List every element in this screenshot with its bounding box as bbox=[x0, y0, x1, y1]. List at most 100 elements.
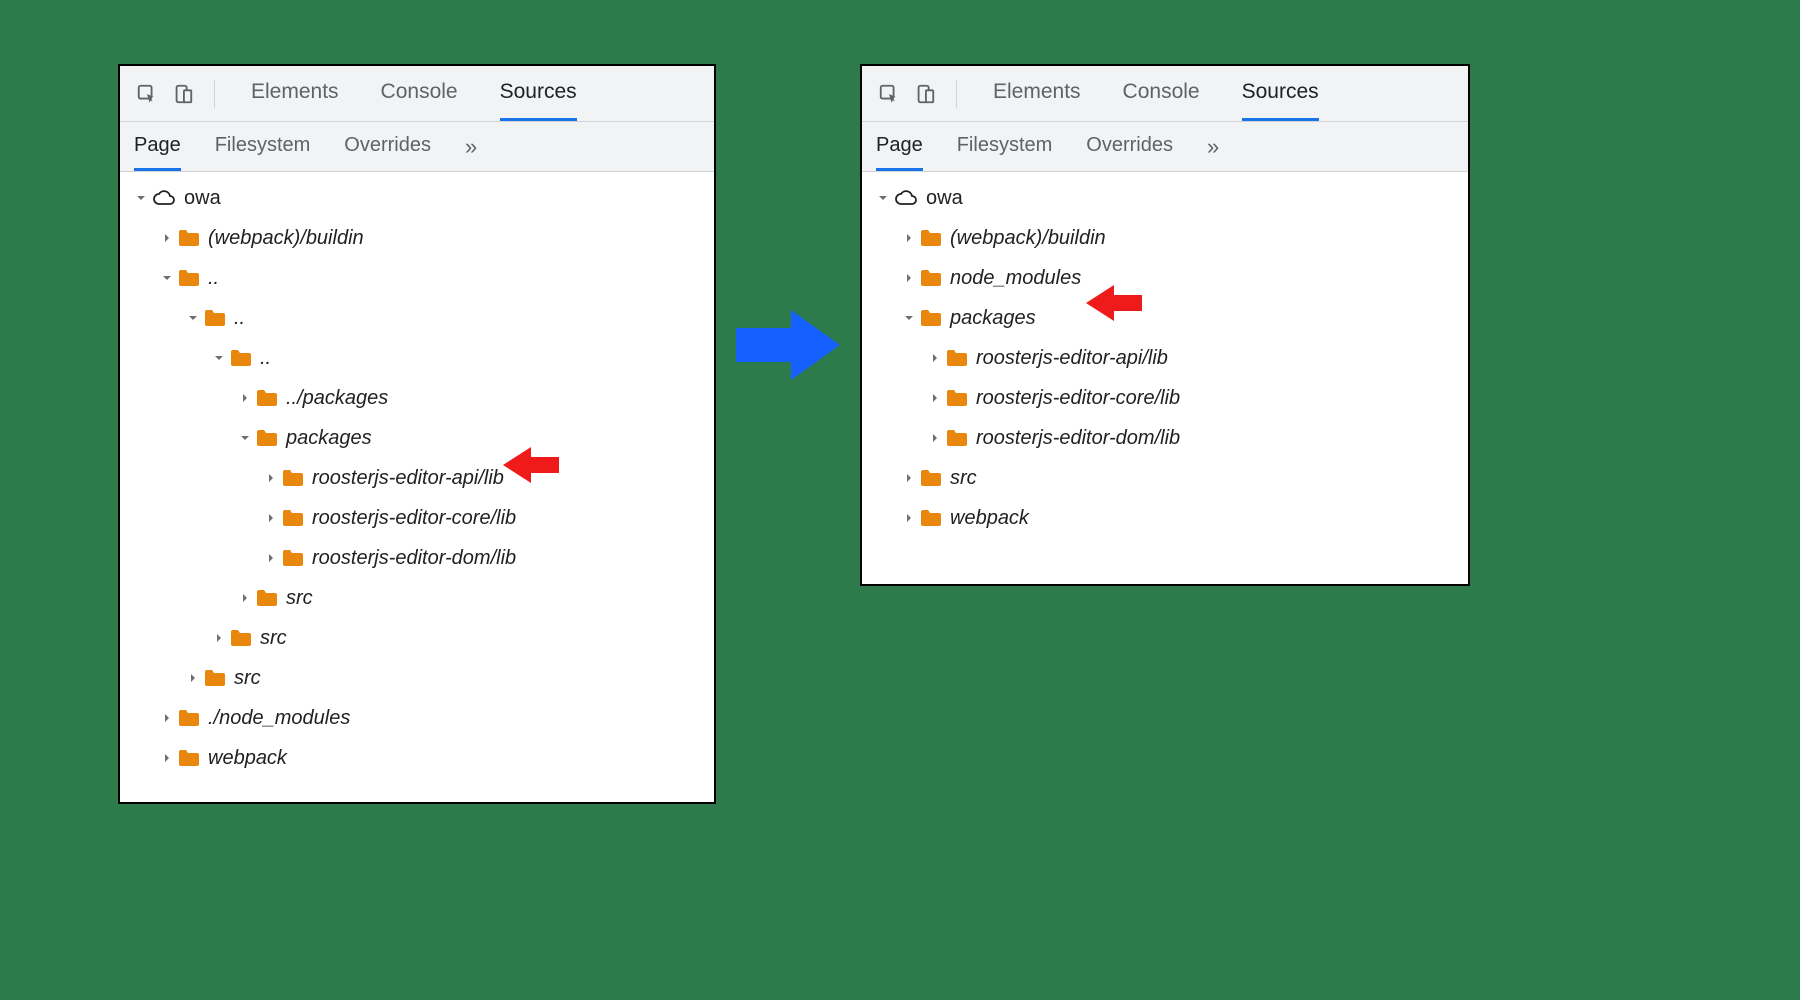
folder-icon bbox=[256, 589, 278, 607]
tree-item-label: webpack bbox=[950, 507, 1029, 530]
tree-item[interactable]: (webpack)/buildin bbox=[862, 218, 1468, 258]
tree-item[interactable]: .. bbox=[120, 298, 714, 338]
chevron-down-icon[interactable] bbox=[902, 311, 916, 325]
tree-item-label: roosterjs-editor-dom/lib bbox=[312, 547, 516, 570]
folder-icon bbox=[946, 389, 968, 407]
chevron-right-icon[interactable] bbox=[238, 391, 252, 405]
subtab-page[interactable]: Page bbox=[876, 122, 923, 171]
folder-icon bbox=[920, 269, 942, 287]
subtab-filesystem[interactable]: Filesystem bbox=[215, 122, 311, 171]
tree-item-label: roosterjs-editor-core/lib bbox=[976, 387, 1180, 410]
tree-item-label: src bbox=[260, 627, 287, 650]
devtools-panel-left: Elements Console Sources Page Filesystem… bbox=[118, 64, 716, 804]
chevron-right-icon[interactable] bbox=[902, 231, 916, 245]
tab-sources[interactable]: Sources bbox=[500, 66, 577, 121]
inspect-element-icon[interactable] bbox=[876, 81, 902, 107]
tree-item-label: roosterjs-editor-api/lib bbox=[312, 467, 504, 490]
file-tree-left[interactable]: owa (webpack)/buildin .. .. .. bbox=[120, 172, 714, 802]
chevron-right-icon[interactable] bbox=[902, 511, 916, 525]
chevron-right-icon[interactable] bbox=[928, 431, 942, 445]
tab-console[interactable]: Console bbox=[1123, 66, 1200, 121]
chevron-right-icon[interactable] bbox=[928, 351, 942, 365]
tree-item[interactable]: webpack bbox=[862, 498, 1468, 538]
chevron-down-icon[interactable] bbox=[212, 351, 226, 365]
device-toggle-icon[interactable] bbox=[170, 81, 196, 107]
tree-item-label: src bbox=[950, 467, 977, 490]
chevron-right-icon[interactable] bbox=[264, 511, 278, 525]
tree-item-label: packages bbox=[950, 307, 1036, 330]
tree-root-owa[interactable]: owa bbox=[120, 178, 714, 218]
chevron-down-icon[interactable] bbox=[134, 191, 148, 205]
tree-item-label: roosterjs-editor-api/lib bbox=[976, 347, 1168, 370]
chevron-down-icon[interactable] bbox=[186, 311, 200, 325]
chevron-right-icon[interactable] bbox=[264, 471, 278, 485]
folder-icon bbox=[204, 309, 226, 327]
folder-icon bbox=[920, 469, 942, 487]
tree-item[interactable]: ../packages bbox=[120, 378, 714, 418]
inspect-element-icon[interactable] bbox=[134, 81, 160, 107]
tree-item[interactable]: webpack bbox=[120, 738, 714, 778]
tree-item[interactable]: roosterjs-editor-dom/lib bbox=[862, 418, 1468, 458]
chevron-right-icon[interactable] bbox=[238, 591, 252, 605]
tree-item[interactable]: roosterjs-editor-dom/lib bbox=[120, 538, 714, 578]
tree-item-label: owa bbox=[926, 187, 963, 210]
chevron-right-icon[interactable] bbox=[212, 631, 226, 645]
tree-item-label: .. bbox=[234, 307, 245, 330]
top-tabs-group: Elements Console Sources bbox=[993, 66, 1319, 121]
tree-item[interactable]: src bbox=[120, 658, 714, 698]
subtab-overrides[interactable]: Overrides bbox=[1086, 122, 1173, 171]
tree-item-label: (webpack)/buildin bbox=[208, 227, 364, 250]
tree-item-label: webpack bbox=[208, 747, 287, 770]
devtools-panel-right: Elements Console Sources Page Filesystem… bbox=[860, 64, 1470, 586]
tree-item[interactable]: src bbox=[120, 578, 714, 618]
subtab-more-icon[interactable]: » bbox=[1207, 134, 1219, 160]
tree-item-label: node_modules bbox=[950, 267, 1081, 290]
tree-item[interactable]: .. bbox=[120, 338, 714, 378]
folder-icon bbox=[256, 389, 278, 407]
tree-item[interactable]: (webpack)/buildin bbox=[120, 218, 714, 258]
tree-item-label: (webpack)/buildin bbox=[950, 227, 1106, 250]
tree-item[interactable]: roosterjs-editor-api/lib bbox=[862, 338, 1468, 378]
device-toggle-icon[interactable] bbox=[912, 81, 938, 107]
chevron-right-icon[interactable] bbox=[160, 751, 174, 765]
tree-root-owa[interactable]: owa bbox=[862, 178, 1468, 218]
chevron-down-icon[interactable] bbox=[238, 431, 252, 445]
chevron-right-icon[interactable] bbox=[160, 231, 174, 245]
folder-icon bbox=[178, 269, 200, 287]
folder-icon bbox=[178, 749, 200, 767]
tree-item-label: src bbox=[286, 587, 313, 610]
chevron-right-icon[interactable] bbox=[160, 711, 174, 725]
chevron-right-icon[interactable] bbox=[928, 391, 942, 405]
tab-elements[interactable]: Elements bbox=[251, 66, 339, 121]
tab-console[interactable]: Console bbox=[381, 66, 458, 121]
chevron-down-icon[interactable] bbox=[876, 191, 890, 205]
tree-item[interactable]: roosterjs-editor-core/lib bbox=[862, 378, 1468, 418]
top-tabs-group: Elements Console Sources bbox=[251, 66, 577, 121]
chevron-right-icon[interactable] bbox=[902, 271, 916, 285]
sources-sub-tabs: Page Filesystem Overrides » bbox=[862, 122, 1468, 172]
tab-elements[interactable]: Elements bbox=[993, 66, 1081, 121]
tree-item[interactable]: roosterjs-editor-api/lib bbox=[120, 458, 714, 498]
subtab-filesystem[interactable]: Filesystem bbox=[957, 122, 1053, 171]
subtab-overrides[interactable]: Overrides bbox=[344, 122, 431, 171]
tree-item[interactable]: src bbox=[862, 458, 1468, 498]
chevron-right-icon[interactable] bbox=[186, 671, 200, 685]
tree-item-packages-left[interactable]: packages bbox=[120, 418, 714, 458]
chevron-right-icon[interactable] bbox=[902, 471, 916, 485]
tree-item-packages-right[interactable]: packages bbox=[862, 298, 1468, 338]
subtab-more-icon[interactable]: » bbox=[465, 134, 477, 160]
tree-item-label: packages bbox=[286, 427, 372, 450]
file-tree-right[interactable]: owa (webpack)/buildin node_modules packa… bbox=[862, 172, 1468, 584]
chevron-right-icon[interactable] bbox=[264, 551, 278, 565]
folder-icon bbox=[230, 349, 252, 367]
chevron-down-icon[interactable] bbox=[160, 271, 174, 285]
subtab-page[interactable]: Page bbox=[134, 122, 181, 171]
tree-item-label: .. bbox=[260, 347, 271, 370]
tab-sources[interactable]: Sources bbox=[1242, 66, 1319, 121]
tree-item[interactable]: .. bbox=[120, 258, 714, 298]
tree-item[interactable]: roosterjs-editor-core/lib bbox=[120, 498, 714, 538]
annotation-arrow-right-icon bbox=[736, 306, 840, 384]
tree-item[interactable]: src bbox=[120, 618, 714, 658]
tree-item[interactable]: node_modules bbox=[862, 258, 1468, 298]
tree-item[interactable]: ./node_modules bbox=[120, 698, 714, 738]
